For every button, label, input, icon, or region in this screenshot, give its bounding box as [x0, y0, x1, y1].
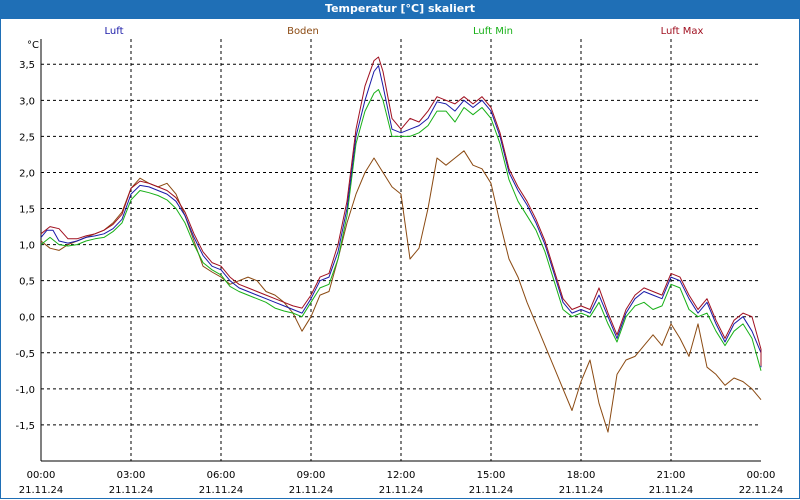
x-tick-time: 00:00 — [27, 470, 56, 481]
x-tick-time: 06:00 — [207, 470, 236, 481]
x-tick-time: 18:00 — [567, 470, 596, 481]
x-tick-date: 21.11.24 — [559, 485, 604, 496]
y-tick-label: 0,5 — [19, 277, 35, 288]
legend-item: Luft — [105, 26, 124, 37]
y-tick-label: 1,0 — [19, 241, 35, 252]
chart-window: Temperatur [°C] skaliert Luft Boden Luft M… — [0, 0, 800, 500]
x-tick-date: 21.11.24 — [19, 485, 64, 496]
y-ticks: 3,5 3,0 2,5 2,0 1,5 1,0 0,5 0,0 -0,5 -1,0 -1,5 — [15, 60, 35, 432]
window-title: Temperatur [°C] skaliert — [0, 0, 800, 19]
y-tick-label: 2,0 — [19, 168, 35, 179]
legend-item: Boden — [287, 26, 319, 37]
x-tick-date: 21.11.24 — [199, 485, 244, 496]
x-tick-time: 03:00 — [117, 470, 146, 481]
temperature-chart: Luft Boden Luft Min Luft Max °C 3,5 3,0 2,5 2,… — [15, 26, 784, 496]
legend: Luft Boden Luft Min Luft Max — [105, 26, 704, 37]
chart-frame: Luft Boden Luft Min Luft Max °C 3,5 3,0 2,5 2,… — [0, 19, 800, 499]
x-tick-time: 09:00 — [297, 470, 326, 481]
x-tick-time: 15:00 — [477, 470, 506, 481]
x-tick-date: 21.11.24 — [379, 485, 424, 496]
y-tick-label: 1,5 — [19, 205, 35, 216]
x-tick-time: 12:00 — [387, 470, 416, 481]
x-tick-time: 21:00 — [657, 470, 686, 481]
y-tick-label: 3,5 — [19, 60, 35, 71]
x-tick-time: 00:00 — [747, 470, 776, 481]
x-tick-date: 21.11.24 — [649, 485, 694, 496]
y-axis-label: °C — [27, 40, 39, 51]
y-tick-label: 3,0 — [19, 96, 35, 107]
y-tick-label: -0,5 — [15, 349, 35, 360]
x-tick-date: 21.11.24 — [289, 485, 334, 496]
legend-item: Luft Max — [661, 26, 704, 37]
x-tick-date: 21.11.24 — [109, 485, 154, 496]
legend-item: Luft Min — [473, 26, 513, 37]
y-tick-label: -1,5 — [15, 421, 35, 432]
y-tick-label: 2,5 — [19, 132, 35, 143]
x-ticks: 00:00 21.11.24 03:00 21.11.24 06:00 21.11.24 0… — [19, 470, 784, 496]
x-tick-date: 22.11.24 — [739, 485, 784, 496]
y-tick-label: 0,0 — [19, 313, 35, 324]
x-tick-date: 21.11.24 — [469, 485, 514, 496]
grid — [41, 39, 761, 461]
series-line-luft-max — [40, 56, 762, 366]
y-tick-label: -1,0 — [15, 385, 35, 396]
